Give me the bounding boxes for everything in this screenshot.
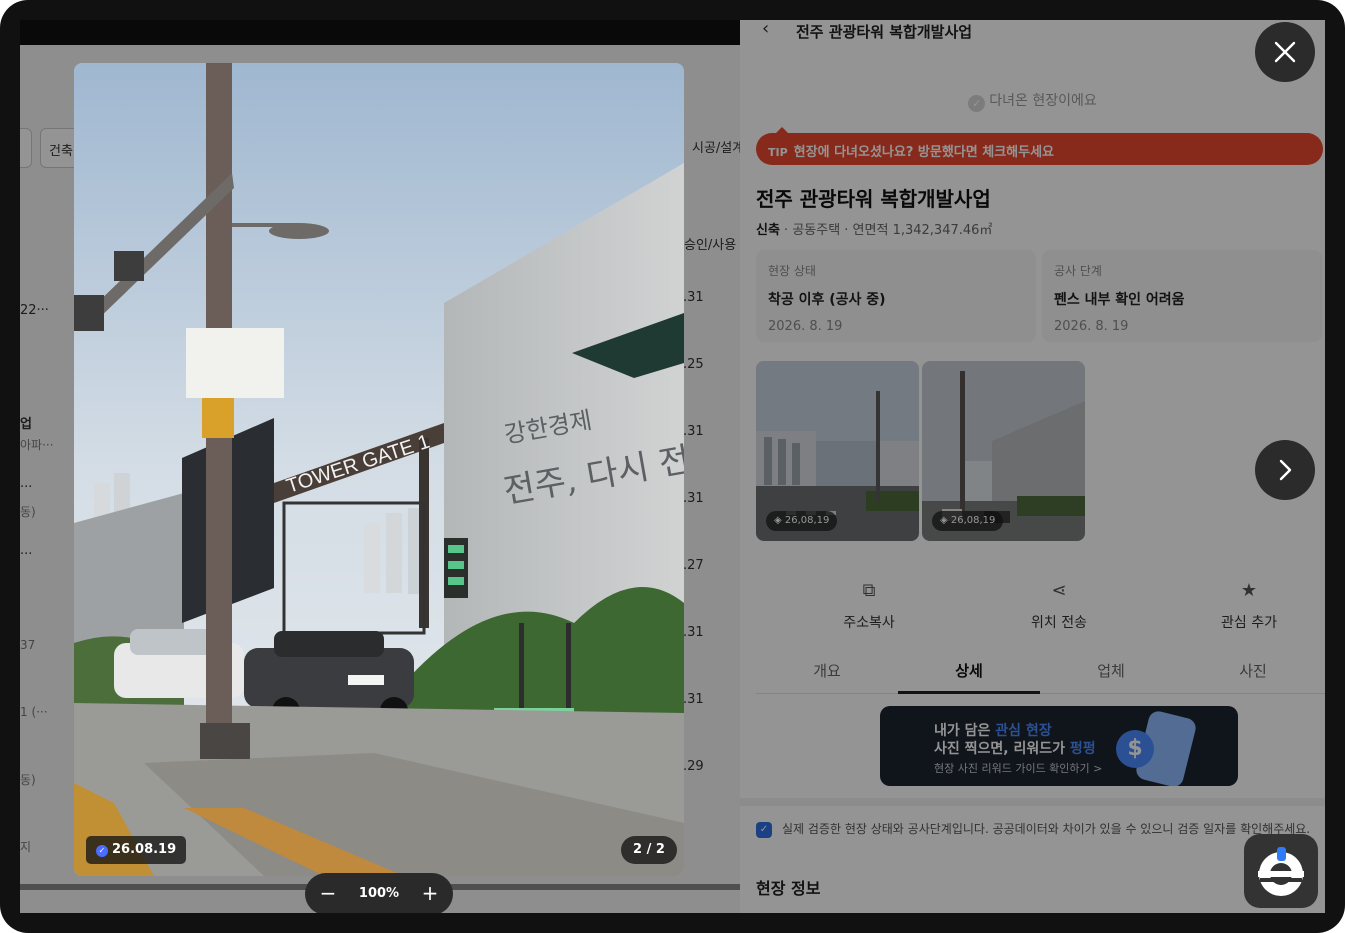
photo-counter: 2 / 2 xyxy=(621,836,677,864)
zoom-controls: − 100% + xyxy=(305,873,453,913)
chevron-right-icon xyxy=(1279,459,1292,481)
construction-site-photo: TOWER GATE 1 강한경제 전주, 다시 전 xyxy=(74,63,684,876)
zoom-level: 100% xyxy=(358,886,400,901)
floating-helmet-button[interactable] xyxy=(1244,834,1318,908)
photo-date-badge: ✓ 26.08.19 xyxy=(86,836,187,864)
close-icon xyxy=(1274,41,1296,63)
zoom-out-button[interactable]: − xyxy=(315,881,341,907)
device-frame: 건축 시공/설계 승인/사용 22··· 업 아파··· ··· 동) ··· … xyxy=(0,0,1345,933)
next-photo-button[interactable] xyxy=(1255,440,1315,500)
close-button[interactable] xyxy=(1255,22,1315,82)
photo-date-text: 26.08.19 xyxy=(112,842,177,857)
helmet-gear-icon xyxy=(1258,847,1304,896)
screen: 건축 시공/설계 승인/사용 22··· 업 아파··· ··· 동) ··· … xyxy=(20,20,1325,913)
photo-viewer-image[interactable]: TOWER GATE 1 강한경제 전주, 다시 전 ✓ 26.08.19 2 … xyxy=(74,63,684,876)
zoom-in-button[interactable]: + xyxy=(417,881,443,907)
verified-icon: ✓ xyxy=(96,845,108,857)
